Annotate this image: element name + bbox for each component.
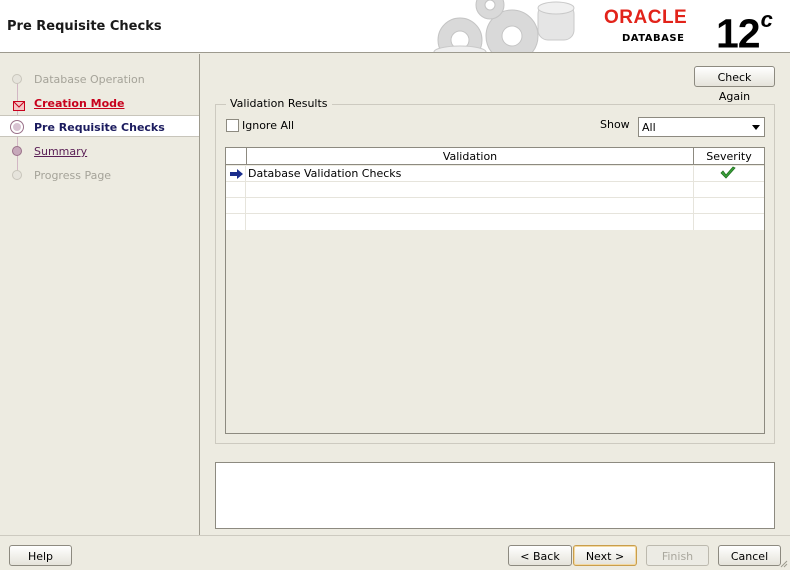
show-filter-select[interactable]: All bbox=[638, 117, 765, 137]
validation-results-title: Validation Results bbox=[226, 97, 332, 110]
step-progress-page: Progress Page bbox=[0, 164, 199, 186]
ignore-all-label[interactable]: Ignore All bbox=[242, 119, 294, 132]
gears-illustration-icon bbox=[433, 0, 575, 52]
column-separator bbox=[693, 182, 694, 198]
step-summary[interactable]: Summary bbox=[0, 140, 199, 162]
step-creation-mode[interactable]: Creation Mode bbox=[0, 92, 199, 114]
oracle-logo: ORACLE DATABASE bbox=[604, 8, 706, 46]
step-current-icon bbox=[11, 121, 23, 133]
step-label: Database Operation bbox=[34, 73, 145, 86]
row-selector-cell bbox=[226, 166, 246, 182]
table-row-empty bbox=[226, 182, 764, 198]
finish-label: Finish bbox=[661, 550, 694, 563]
version-label: 12c bbox=[716, 3, 773, 53]
wizard-steps-sidebar: Database Operation Creation Mode Pre Req… bbox=[0, 54, 200, 535]
ignore-all-checkbox[interactable] bbox=[226, 119, 239, 132]
step-label[interactable]: Summary bbox=[34, 145, 87, 158]
help-label: Help bbox=[27, 550, 54, 563]
step-pending-icon bbox=[12, 170, 22, 180]
row-selector-cell bbox=[226, 214, 246, 230]
back-label: < Back bbox=[520, 550, 560, 563]
footer-divider bbox=[0, 535, 790, 536]
back-button[interactable]: < Back bbox=[508, 545, 572, 566]
step-pre-requisite-checks[interactable]: Pre Requisite Checks bbox=[0, 115, 199, 137]
header-banner: Pre Requisite Checks ORACLE DATABASE 12c bbox=[0, 0, 790, 53]
step-reachable-icon bbox=[12, 146, 22, 156]
arrow-right-icon bbox=[230, 169, 243, 179]
column-separator bbox=[693, 166, 694, 182]
version-suffix: c bbox=[760, 7, 773, 32]
step-database-operation: Database Operation bbox=[0, 68, 199, 90]
table-row-empty bbox=[226, 198, 764, 214]
resize-grip-icon[interactable] bbox=[780, 560, 788, 568]
table-row[interactable]: Database Validation Checks bbox=[226, 166, 764, 182]
next-label: Next > bbox=[585, 550, 625, 563]
show-label: Show bbox=[600, 118, 630, 131]
check-again-label: Check Again bbox=[717, 71, 752, 103]
column-header-severity[interactable]: Severity bbox=[694, 150, 764, 163]
step-label: Progress Page bbox=[34, 169, 112, 182]
version-number: 12 bbox=[716, 10, 761, 53]
column-separator bbox=[693, 214, 694, 230]
help-button[interactable]: Help bbox=[9, 545, 72, 566]
step-pending-icon bbox=[12, 74, 22, 84]
table-body: Database Validation Checks bbox=[226, 166, 764, 230]
step-label: Pre Requisite Checks bbox=[34, 121, 165, 134]
finish-button: Finish bbox=[646, 545, 709, 566]
step-label[interactable]: Creation Mode bbox=[34, 97, 124, 110]
green-checkmark-icon bbox=[720, 166, 736, 179]
column-separator bbox=[693, 198, 694, 214]
validation-table: Validation Severity Database Validation … bbox=[225, 147, 765, 434]
chevron-down-icon bbox=[752, 125, 760, 130]
details-text-area[interactable] bbox=[215, 462, 775, 529]
column-header-validation[interactable]: Validation bbox=[247, 150, 693, 163]
row-selector-cell bbox=[226, 198, 246, 214]
database-product-text: DATABASE bbox=[622, 33, 685, 44]
check-again-button[interactable]: Check Again bbox=[694, 66, 775, 103]
page-title: Pre Requisite Checks bbox=[7, 19, 162, 34]
validation-cell: Database Validation Checks bbox=[248, 167, 402, 180]
table-header: Validation Severity bbox=[226, 148, 764, 165]
cancel-label: Cancel bbox=[730, 550, 769, 563]
cancel-button[interactable]: Cancel bbox=[718, 545, 781, 566]
warning-envelope-icon bbox=[13, 101, 25, 111]
oracle-brand-text: ORACLE bbox=[604, 7, 688, 28]
show-filter-value: All bbox=[642, 121, 656, 134]
next-button[interactable]: Next > bbox=[573, 545, 637, 566]
table-row-empty bbox=[226, 214, 764, 230]
row-selector-cell bbox=[226, 182, 246, 198]
